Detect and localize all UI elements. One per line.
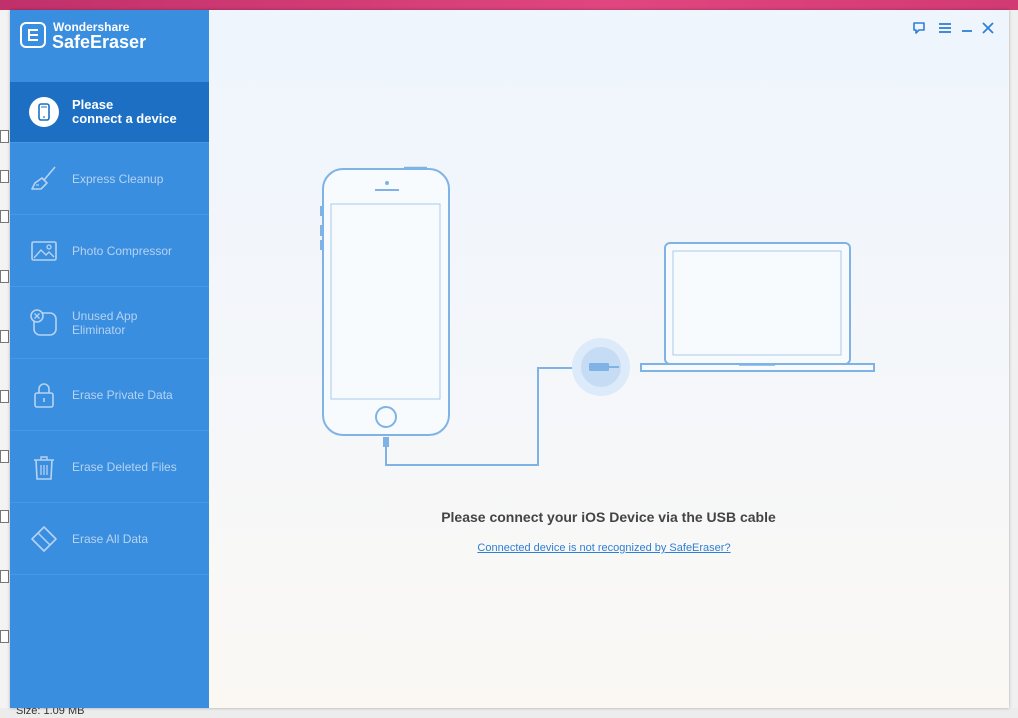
eraser-icon bbox=[31, 525, 57, 552]
desktop-file-icon bbox=[0, 390, 9, 403]
brand: Wondershare SafeEraser bbox=[10, 10, 209, 82]
sidebar-item-erase-private-data[interactable]: Erase Private Data bbox=[10, 358, 209, 430]
desktop-file-icon bbox=[0, 170, 9, 183]
sidebar-item-label: Please connect a device bbox=[72, 97, 177, 126]
desktop-file-icon bbox=[0, 510, 9, 523]
desktop-file-icon bbox=[0, 130, 9, 143]
desktop-file-icon bbox=[0, 630, 9, 643]
app-remove-icon bbox=[30, 308, 57, 336]
lock-icon bbox=[34, 382, 54, 408]
trash-icon bbox=[34, 455, 54, 480]
sidebar-item-label: Erase All Data bbox=[72, 531, 149, 546]
main-panel: Please connect your iOS Device via the U… bbox=[209, 10, 1009, 708]
sidebar-item-label: Erase Private Data bbox=[72, 387, 173, 402]
sidebar-item-express-cleanup[interactable]: Express Cleanup bbox=[10, 142, 209, 214]
page-title: Please connect your iOS Device via the U… bbox=[441, 509, 776, 525]
desktop-file-icon bbox=[0, 330, 9, 343]
sidebar-item-label: Unused App Eliminator bbox=[72, 308, 138, 337]
phone-icon bbox=[29, 97, 59, 127]
laptop-illustration bbox=[640, 242, 875, 372]
brand-product: SafeEraser bbox=[52, 32, 147, 52]
sidebar-item-erase-all-data[interactable]: Erase All Data bbox=[10, 502, 209, 574]
iphone-illustration bbox=[320, 166, 450, 436]
sidebar-item-label: Photo Compressor bbox=[72, 243, 173, 258]
sidebar-item-label: Erase Deleted Files bbox=[72, 459, 177, 474]
desktop-file-icon bbox=[0, 270, 9, 283]
desktop-file-icon bbox=[0, 450, 9, 463]
sidebar-item-unused-app-eliminator[interactable]: Unused App Eliminator bbox=[10, 286, 209, 358]
sidebar-divider bbox=[10, 574, 209, 575]
photo-icon bbox=[31, 240, 57, 261]
sidebar-item-label: Express Cleanup bbox=[72, 171, 164, 186]
sidebar-item-photo-compressor[interactable]: Photo Compressor bbox=[10, 214, 209, 286]
safeeraser-logo-icon bbox=[20, 22, 46, 48]
safeeraser-window: Wondershare SafeEraser Please connect a … bbox=[10, 10, 1009, 708]
device-not-recognized-link[interactable]: Connected device is not recognized by Sa… bbox=[209, 542, 999, 554]
sidebar-item-connect-device[interactable]: Please connect a device bbox=[10, 82, 209, 142]
desktop-background-right bbox=[1008, 10, 1018, 718]
broom-icon bbox=[31, 165, 56, 190]
sidebar-item-erase-deleted-files[interactable]: Erase Deleted Files bbox=[10, 430, 209, 502]
connect-device-illustration bbox=[320, 166, 875, 466]
sidebar: Wondershare SafeEraser Please connect a … bbox=[10, 10, 209, 708]
desktop-background-top bbox=[0, 0, 1018, 10]
desktop-file-icon bbox=[0, 570, 9, 583]
desktop-file-icon bbox=[0, 210, 9, 223]
desktop-status-bar: Size: 1.09 MB bbox=[0, 705, 1018, 718]
